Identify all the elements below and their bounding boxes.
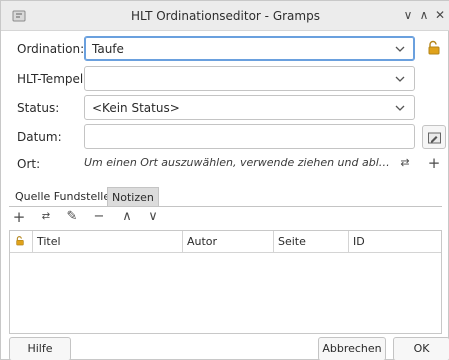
column-header-page[interactable]: Seite [273, 231, 348, 253]
table-header: Titel Autor Seite ID [10, 231, 441, 253]
tab-notes[interactable]: Notizen [107, 187, 159, 207]
column-header-title[interactable]: Titel [32, 231, 182, 253]
chevron-down-icon [395, 76, 405, 82]
minimize-icon[interactable]: ∨ [400, 7, 416, 23]
tab-source-citations[interactable]: Quelle Fundstellen [11, 187, 122, 207]
help-button[interactable]: Hilfe [9, 337, 71, 360]
private-column-header[interactable] [10, 231, 32, 253]
editor-window: HLT Ordinationseditor - Gramps ∨ ∧ ✕ Ord… [0, 0, 449, 360]
ok-button[interactable]: OK [393, 337, 449, 360]
calendar-edit-icon [428, 132, 441, 144]
add-citation-icon[interactable]: + [11, 209, 27, 225]
ordination-value: Taufe [92, 42, 124, 56]
move-down-icon[interactable]: ∨ [145, 209, 161, 225]
select-place-icon[interactable]: ⇄ [397, 155, 413, 171]
remove-citation-icon[interactable]: − [91, 209, 107, 225]
maximize-icon[interactable]: ∧ [416, 7, 432, 23]
add-place-icon[interactable]: + [426, 155, 442, 171]
move-up-icon[interactable]: ∧ [119, 209, 135, 225]
share-citation-icon[interactable]: ⇄ [38, 209, 54, 225]
chevron-down-icon [395, 105, 405, 111]
tab-divider [9, 206, 442, 207]
column-header-id[interactable]: ID [348, 231, 441, 253]
date-label: Datum: [17, 130, 62, 144]
edit-citation-icon[interactable]: ✎ [64, 209, 80, 225]
title-bar[interactable]: HLT Ordinationseditor - Gramps ∨ ∧ ✕ [1, 1, 449, 31]
window-title: HLT Ordinationseditor - Gramps [131, 9, 320, 23]
ordination-combo[interactable]: Taufe [84, 36, 415, 61]
status-label: Status: [17, 101, 60, 115]
cancel-button[interactable]: Abbrechen [318, 337, 386, 360]
temple-combo[interactable] [84, 66, 415, 91]
place-hint: Um einen Ort auszuwählen, verwende ziehe… [84, 156, 394, 169]
status-value: <Kein Status> [92, 101, 180, 115]
close-icon[interactable]: ✕ [432, 7, 448, 23]
citation-table[interactable]: Titel Autor Seite ID [9, 230, 442, 334]
lock-icon [16, 236, 24, 246]
ordination-label: Ordination: [17, 42, 85, 56]
chevron-down-icon [395, 46, 405, 52]
temple-label: HLT-Tempel: [17, 72, 88, 86]
lock-icon[interactable] [425, 39, 443, 57]
column-header-author[interactable]: Autor [182, 231, 273, 253]
date-input[interactable] [84, 124, 415, 149]
status-combo[interactable]: <Kein Status> [84, 95, 415, 120]
date-editor-button[interactable] [422, 125, 446, 149]
place-label: Ort: [17, 157, 41, 171]
